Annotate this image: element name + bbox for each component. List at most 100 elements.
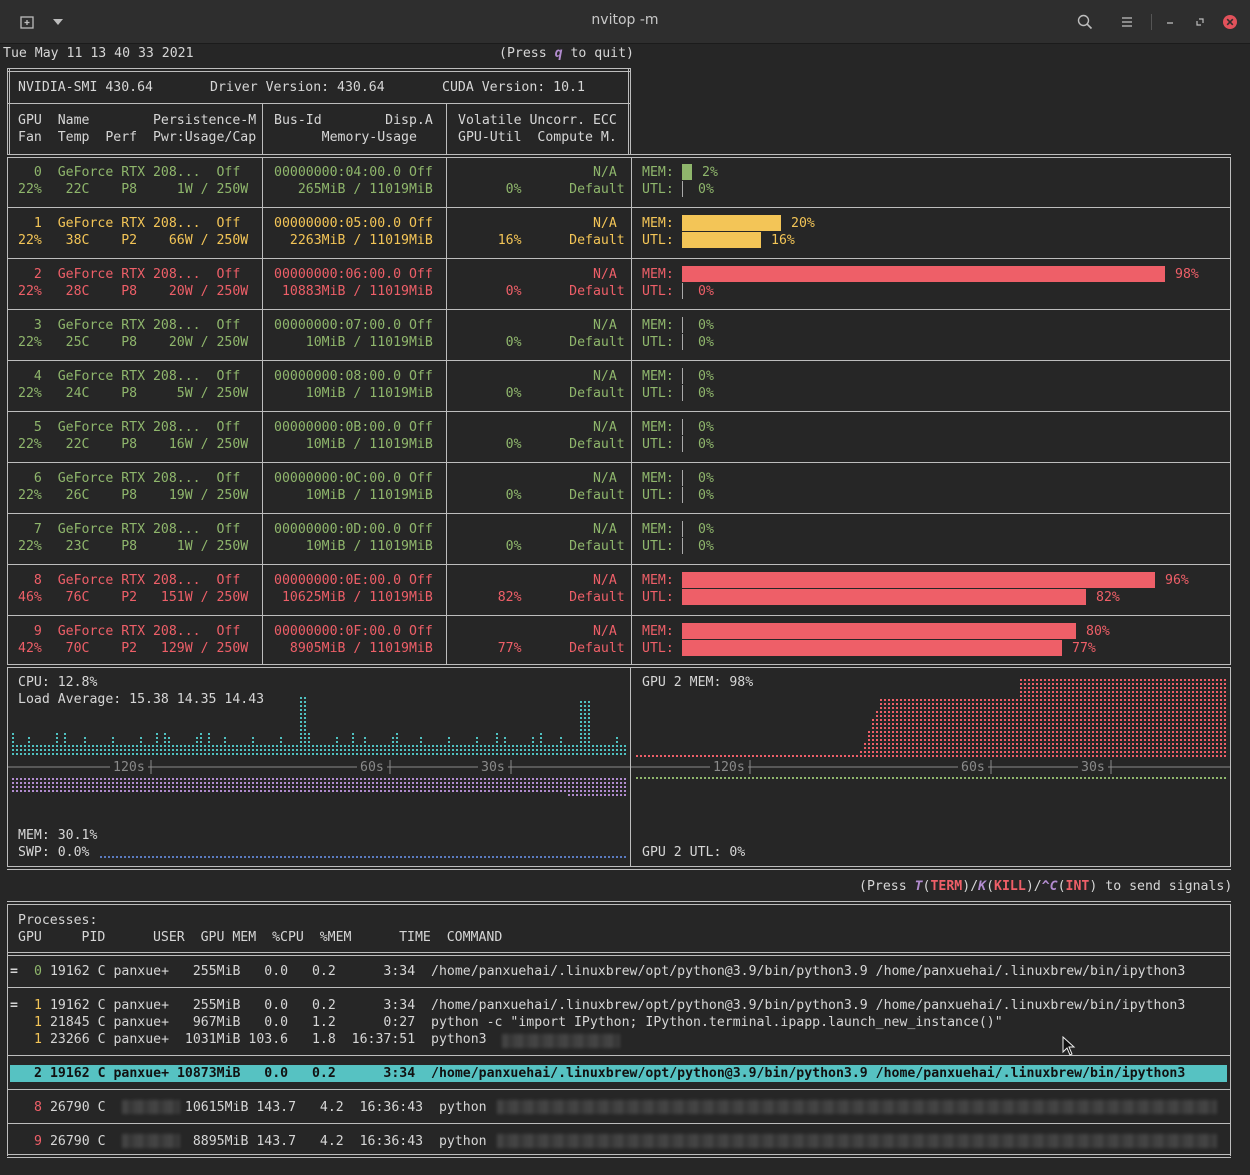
gpu-mem-history-dot bbox=[908, 703, 910, 705]
gpu-mem-history-dot bbox=[1192, 687, 1194, 689]
gpu-mem-history-dot bbox=[1080, 703, 1082, 705]
gpu-row-divider bbox=[7, 258, 1231, 259]
gpu-mem-history-dot bbox=[896, 711, 898, 713]
gpu-mem-history-dot bbox=[956, 719, 958, 721]
gpu-mem-history-dot bbox=[1020, 711, 1022, 713]
gpu-mem-history-dot bbox=[1056, 695, 1058, 697]
gpu-mem-history-dot bbox=[884, 727, 886, 729]
gpu-mem-history-dot bbox=[1224, 691, 1226, 693]
mem-history-dot bbox=[380, 778, 382, 780]
process-row[interactable]: 19162 C panxue+ 255MiB 0.0 0.2 3:34 /hom… bbox=[42, 963, 1185, 980]
sig-int: INT bbox=[1065, 879, 1090, 894]
cpu-history-dot bbox=[424, 745, 426, 747]
cpu-history-dot bbox=[428, 749, 430, 751]
gpu-mem-history-dot bbox=[1096, 695, 1098, 697]
process-gpu-index[interactable]: 2 bbox=[34, 1065, 42, 1082]
process-gpu-index[interactable]: 8 bbox=[34, 1099, 42, 1116]
gpu-mem-history-dot bbox=[1124, 679, 1126, 681]
gpu-mem-history-dot bbox=[968, 711, 970, 713]
mem-history-dot bbox=[532, 786, 534, 788]
gpu-mem-history-dot bbox=[1116, 691, 1118, 693]
process-gpu-index[interactable]: 1 bbox=[34, 997, 42, 1014]
gpu-mem-percent: 80% bbox=[1086, 624, 1110, 639]
mem-history-dot bbox=[444, 786, 446, 788]
gpu-utl-history-dot bbox=[1096, 777, 1098, 779]
gpu-mem-history-dot bbox=[1224, 683, 1226, 685]
swap-history-dot bbox=[128, 856, 130, 858]
gpu-mem-history-dot bbox=[1120, 707, 1122, 709]
process-gpu-index[interactable]: 1 bbox=[34, 1014, 42, 1031]
gpu-mem-history-dot bbox=[944, 719, 946, 721]
gpu-utl-history-dot bbox=[688, 777, 690, 779]
cpu-history-dot bbox=[580, 737, 582, 739]
gpu-mem-history-dot bbox=[1048, 679, 1050, 681]
gpu-mem-history-dot bbox=[1164, 715, 1166, 717]
gpu-mem-history-dot bbox=[1064, 711, 1066, 713]
mem-history-dot bbox=[400, 778, 402, 780]
gpu-mem-history-dot bbox=[1092, 723, 1094, 725]
gpu-mem-history-dot bbox=[980, 719, 982, 721]
gpu-mem-history-dot bbox=[1168, 695, 1170, 697]
gpu-mem-history-dot bbox=[876, 755, 878, 757]
cpu-history-dot bbox=[64, 753, 66, 755]
mem-history-dot bbox=[72, 786, 74, 788]
gpu-mem-history-dot bbox=[1196, 703, 1198, 705]
gpu-mem-history-dot bbox=[1040, 719, 1042, 721]
gpu-mem-history-dot bbox=[1156, 735, 1158, 737]
process-row[interactable]: 21845 C panxue+ 967MiB 0.0 1.2 0:27 pyth… bbox=[42, 1014, 1003, 1031]
cpu-history-dot bbox=[200, 753, 202, 755]
mem-history-dot bbox=[140, 782, 142, 784]
gpu-mem-history-dot bbox=[1152, 699, 1154, 701]
swap-history-dot bbox=[344, 856, 346, 858]
gpu-mem-history-dot bbox=[1124, 719, 1126, 721]
gpu-mem-history-dot bbox=[996, 727, 998, 729]
gpu-mem-history-dot bbox=[1012, 711, 1014, 713]
gpu-mem-history-dot bbox=[1000, 743, 1002, 745]
cpu-history-dot bbox=[152, 745, 154, 747]
gpu-mem-history-dot bbox=[824, 755, 826, 757]
gpu-mem-history-dot bbox=[1160, 707, 1162, 709]
gpu-mem-history-dot bbox=[960, 723, 962, 725]
process-gpu-index[interactable]: 9 bbox=[34, 1133, 42, 1150]
gpu-mem-history-dot bbox=[1192, 731, 1194, 733]
mem-history-dot bbox=[616, 782, 618, 784]
mem-history-dot bbox=[456, 778, 458, 780]
gpu-utl-history-dot bbox=[776, 777, 778, 779]
cpu-history-dot bbox=[308, 745, 310, 747]
process-row[interactable]: 19162 C panxue+ 10873MiB 0.0 0.2 3:34 /h… bbox=[42, 1065, 1185, 1082]
process-gpu-index[interactable]: 0 bbox=[34, 963, 42, 980]
gpu-mem-history-dot bbox=[1108, 743, 1110, 745]
mem-history-dot bbox=[92, 778, 94, 780]
gpu-mem-history-dot bbox=[920, 747, 922, 749]
gpu-mem-history-dot bbox=[1016, 699, 1018, 701]
cpu-history-dot bbox=[604, 745, 606, 747]
process-row[interactable]: 19162 C panxue+ 255MiB 0.0 0.2 3:34 /hom… bbox=[42, 997, 1185, 1014]
process-row[interactable]: 26790 C 8895MiB 143.7 4.2 16:36:43 pytho… bbox=[42, 1133, 487, 1150]
mem-history-dot bbox=[132, 786, 134, 788]
cpu-history-dot bbox=[476, 753, 478, 755]
swap-history-dot bbox=[584, 856, 586, 858]
gpu-utl-history-dot bbox=[852, 777, 854, 779]
swap-history-dot bbox=[388, 856, 390, 858]
gpu-mem-history-dot bbox=[1092, 691, 1094, 693]
cpu-history-dot bbox=[84, 749, 86, 751]
mem-history-dot bbox=[148, 790, 150, 792]
gpu-mem-history-dot bbox=[960, 715, 962, 717]
gpu-mem-history-dot bbox=[1124, 751, 1126, 753]
gpu-mem-history-dot bbox=[912, 743, 914, 745]
process-row[interactable]: 26790 C 10615MiB 143.7 4.2 16:36:43 pyth… bbox=[42, 1099, 487, 1116]
gpu-mem-history-dot bbox=[1164, 747, 1166, 749]
cpu-history-dot bbox=[108, 745, 110, 747]
process-gpu-index[interactable]: 1 bbox=[34, 1031, 42, 1048]
gpu-mem-history-dot bbox=[1160, 735, 1162, 737]
cpu-history-dot bbox=[584, 749, 586, 751]
gpu-mem-label: MEM: bbox=[642, 420, 674, 435]
cpu-history-dot bbox=[40, 749, 42, 751]
gpu-mem-history-dot bbox=[1092, 711, 1094, 713]
mem-history-dot bbox=[512, 786, 514, 788]
gpu-mem-history-dot bbox=[876, 711, 878, 713]
gpu-mem-history-dot bbox=[1208, 695, 1210, 697]
gpu-utl-percent: 82% bbox=[1096, 590, 1120, 605]
gpu-mem-label: MEM: bbox=[642, 369, 674, 384]
process-row[interactable]: 23266 C panxue+ 1031MiB 103.6 1.8 16:37:… bbox=[42, 1031, 487, 1048]
